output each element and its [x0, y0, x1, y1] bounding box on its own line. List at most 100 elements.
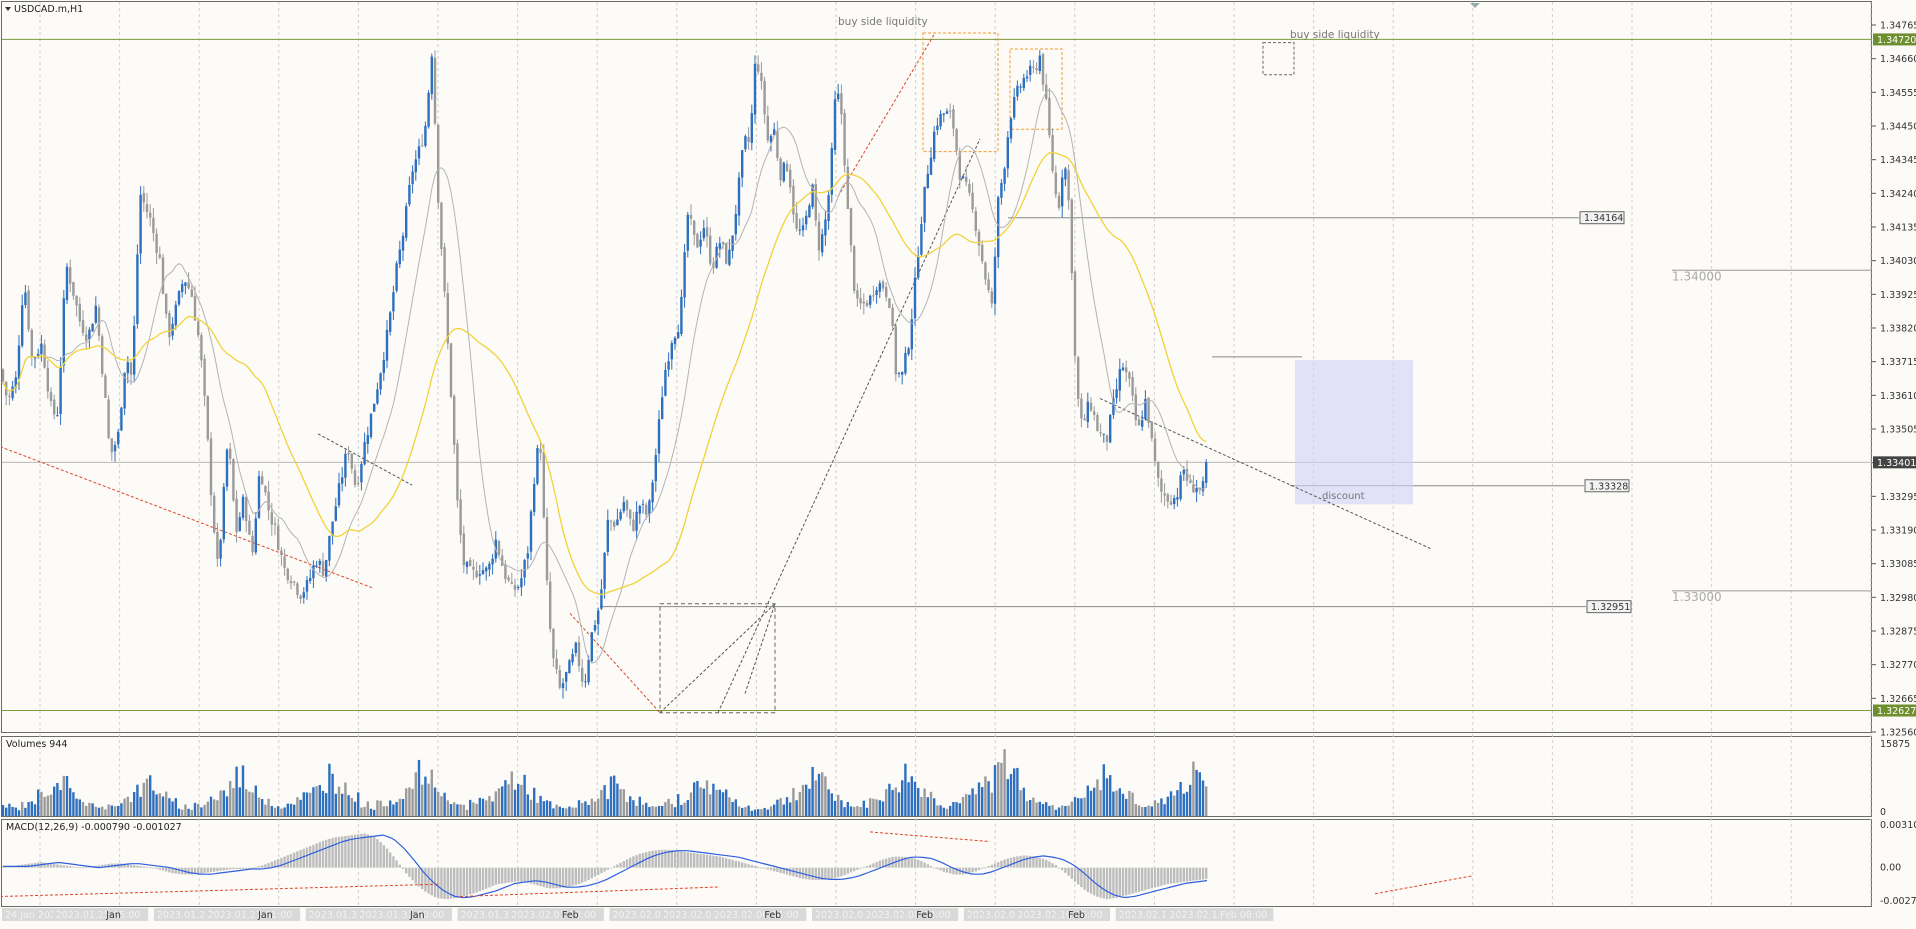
volume-bar — [417, 759, 421, 816]
candle-body — [555, 658, 558, 670]
trading-chart[interactable]: 1.34765 1.34660 1.34555 1.34450 1.34345 1.342… — [0, 0, 1916, 924]
volume-bar — [315, 786, 318, 816]
candle-body — [456, 443, 459, 501]
candle-body — [1109, 414, 1112, 443]
volume-bar — [597, 798, 600, 816]
volume-bar — [782, 804, 785, 816]
macd-histogram-bar — [1176, 867, 1179, 883]
candle-body — [696, 233, 699, 248]
volume-bar — [1115, 790, 1118, 816]
candle-body — [619, 511, 622, 520]
candle-body — [459, 499, 462, 536]
volume-bar — [1195, 769, 1198, 816]
candle-body — [222, 486, 225, 540]
candle-body — [725, 243, 728, 264]
macd-histogram-bar — [1185, 867, 1189, 882]
candle-body — [1160, 478, 1163, 492]
macd-histogram-bar — [251, 867, 254, 869]
candle-body — [878, 283, 881, 292]
volume-bar — [1150, 806, 1153, 816]
candle-body — [264, 486, 267, 493]
candle-body — [1176, 497, 1179, 500]
candle-body — [1131, 377, 1134, 396]
candle-body — [149, 212, 152, 218]
candle-body — [597, 610, 600, 625]
candle-body — [942, 113, 945, 115]
volume-bar — [94, 806, 97, 816]
volume-bar — [571, 807, 574, 816]
volume-bar — [984, 776, 987, 816]
macd-histogram-bar — [1000, 860, 1003, 868]
macd-histogram-bar — [203, 867, 206, 873]
macd-histogram-bar — [363, 833, 366, 868]
candle-body — [94, 305, 97, 323]
candle-body — [24, 292, 27, 306]
volume-bar — [369, 808, 373, 816]
candle-body — [219, 539, 222, 559]
chart-canvas[interactable]: 1.34765 1.34660 1.34555 1.34450 1.34345 1.342… — [0, 0, 1916, 924]
macd-histogram-bar — [581, 867, 584, 883]
volume-bar — [805, 784, 808, 816]
macd-histogram-bar — [606, 867, 609, 870]
volume-bar — [395, 802, 398, 816]
macd-histogram-bar — [731, 859, 734, 868]
macd-histogram-bar — [209, 867, 213, 873]
main-price-panel[interactable] — [1, 1, 1872, 733]
volume-bar — [353, 801, 357, 816]
candle-body — [91, 323, 94, 332]
volume-bar — [318, 784, 321, 816]
volume-bar — [808, 788, 811, 816]
macd-histogram-bar — [747, 864, 750, 868]
macd-histogram-bar — [1035, 856, 1038, 868]
volume-bar — [913, 781, 917, 816]
candle-body — [846, 166, 849, 209]
candle-body — [926, 173, 929, 189]
candle-body — [1000, 183, 1003, 198]
candle-body — [670, 343, 673, 360]
candle-body — [897, 372, 901, 374]
candle-body — [1118, 369, 1121, 391]
macd-histogram-bar — [158, 867, 161, 870]
volume-bar — [840, 800, 843, 816]
volume-panel[interactable] — [1, 736, 1872, 817]
macd-histogram-bar — [939, 867, 942, 871]
macd-histogram-bar — [901, 856, 904, 868]
candle-body — [1003, 168, 1006, 184]
candle-body — [1067, 170, 1070, 201]
discount-zone[interactable] — [1295, 360, 1413, 505]
volume-bar — [536, 802, 539, 816]
volume-bar — [1173, 795, 1176, 816]
candle-body — [1179, 475, 1182, 499]
candle-body — [62, 298, 65, 366]
volume-bar — [216, 800, 219, 816]
price-tick-label: 1.33610 — [1880, 391, 1916, 402]
volume-bar — [398, 798, 401, 816]
macd-histogram-bar — [974, 867, 977, 872]
volume-bar — [69, 788, 72, 816]
candle-body — [200, 335, 203, 361]
volume-bar — [593, 801, 597, 816]
macd-histogram-bar — [616, 864, 619, 868]
macd-histogram-bar — [481, 867, 485, 891]
candle-body — [334, 506, 337, 521]
candle-body — [824, 219, 827, 236]
macd-histogram-bar — [949, 867, 952, 874]
macd-histogram-bar — [369, 835, 373, 868]
volume-bar — [187, 808, 190, 816]
macd-histogram-bar — [600, 867, 603, 874]
volume-bar — [1163, 804, 1166, 816]
candle-body — [350, 454, 353, 469]
candle-body — [315, 565, 318, 567]
candle-body — [977, 231, 981, 246]
macd-histogram-bar — [1192, 867, 1195, 881]
candle-body — [139, 194, 142, 254]
round-level-label: 1.33000 — [1672, 590, 1722, 604]
candle-body — [1166, 494, 1169, 502]
volume-bar — [958, 803, 961, 816]
level-label-text: 1.33328 — [1589, 481, 1628, 492]
candle-body — [382, 359, 385, 374]
macd-histogram-bar — [728, 859, 731, 868]
volume-bar — [104, 809, 107, 816]
macd-histogram-bar — [619, 862, 622, 868]
candle-body — [613, 521, 616, 527]
